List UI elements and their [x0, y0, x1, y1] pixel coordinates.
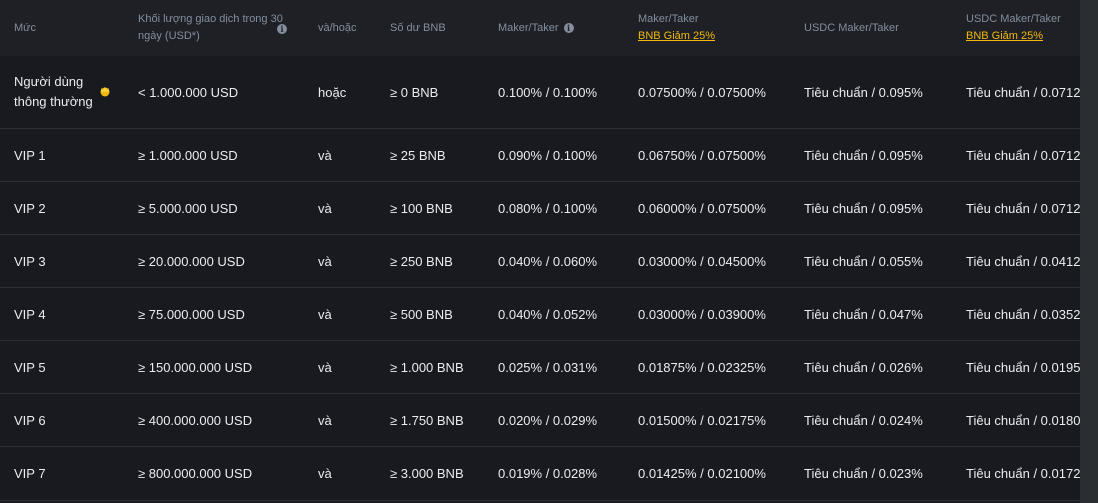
volume-cell: ≥ 20.000.000 USD — [138, 253, 245, 269]
tier-cell: VIP 5 — [14, 359, 46, 375]
volume-cell: ≥ 800.000.000 USD — [138, 466, 253, 481]
bnb-balance-cell: ≥ 3.000 BNB — [390, 466, 464, 481]
bnb-maker-taker-cell: 0.01425% / 0.02100% — [638, 466, 766, 481]
usdc-bnb-maker-taker-cell: Tiêu chuẩn / 0.07125% — [966, 200, 1080, 216]
column-header-bnb-maker-taker: Maker/Taker BNB Giảm 25% — [638, 0, 715, 56]
bnb-maker-taker-cell: 0.06750% / 0.07500% — [638, 147, 766, 163]
table-row: VIP 7 ≥ 800.000.000 USD và ≥ 3.000 BNB 0… — [0, 447, 1080, 501]
table-row: VIP 3 ≥ 20.000.000 USD và ≥ 250 BNB 0.04… — [0, 235, 1080, 288]
usdc-bnb-maker-taker-cell: Tiêu chuẩn / 0.07125% — [966, 84, 1080, 100]
usdc-bnb-maker-taker-cell: Tiêu chuẩn / 0.04125% — [966, 253, 1080, 269]
info-icon[interactable]: i — [277, 24, 287, 34]
usdc-maker-taker-cell: Tiêu chuẩn / 0.055% — [804, 253, 923, 269]
bnb-maker-taker-cell: 0.03000% / 0.04500% — [638, 253, 766, 269]
bnb-balance-cell: ≥ 0 BNB — [390, 84, 439, 100]
andor-cell: và — [318, 466, 332, 481]
tier-cell: VIP 7 — [14, 466, 46, 481]
maker-taker-cell: 0.020% / 0.029% — [498, 412, 598, 428]
bnb-balance-cell: ≥ 1.750 BNB — [390, 412, 464, 428]
bnb-maker-taker-cell: 0.06000% / 0.07500% — [638, 200, 766, 216]
table-row: VIP 1 ≥ 1.000.000 USD và ≥ 25 BNB 0.090%… — [0, 129, 1080, 182]
volume-cell: ≥ 400.000.000 USD — [138, 412, 253, 428]
column-header-andor: và/hoặc — [318, 21, 357, 34]
column-header-bnb-balance: Số dư BNB — [390, 21, 446, 34]
column-header-volume: Khối lượng giao dịch trong 30 ngày (USD*… — [138, 0, 288, 56]
maker-taker-cell: 0.080% / 0.100% — [498, 200, 598, 216]
usdc-maker-taker-cell: Tiêu chuẩn / 0.023% — [804, 466, 923, 481]
usdc-bnb-maker-taker-cell: Tiêu chuẩn / 0.01950% — [966, 359, 1080, 375]
maker-taker-cell: 0.019% / 0.028% — [498, 466, 598, 481]
usdc-maker-taker-cell: Tiêu chuẩn / 0.026% — [804, 359, 923, 375]
bnb-maker-taker-cell: 0.03000% / 0.03900% — [638, 306, 766, 322]
fee-table: Mức Khối lượng giao dịch trong 30 ngày (… — [0, 0, 1080, 503]
maker-taker-cell: 0.025% / 0.031% — [498, 359, 598, 375]
usdc-maker-taker-cell: Tiêu chuẩn / 0.047% — [804, 306, 923, 322]
andor-cell: và — [318, 200, 332, 216]
bnb-balance-cell: ≥ 250 BNB — [390, 253, 453, 269]
andor-cell: và — [318, 359, 332, 375]
table-row: VIP 2 ≥ 5.000.000 USD và ≥ 100 BNB 0.080… — [0, 182, 1080, 235]
tier-cell: VIP 1 — [14, 147, 46, 163]
column-header-usdc-bnb-maker-taker: USDC Maker/Taker BNB Giảm 25% — [966, 0, 1061, 56]
bnb-balance-cell: ≥ 25 BNB — [390, 147, 446, 163]
andor-cell: hoặc — [318, 84, 347, 100]
table-row: VIP 5 ≥ 150.000.000 USD và ≥ 1.000 BNB 0… — [0, 341, 1080, 394]
usdc-maker-taker-cell: Tiêu chuẩn / 0.095% — [804, 200, 923, 216]
column-header-maker-taker: Maker/Taker i — [498, 0, 574, 56]
maker-taker-cell: 0.040% / 0.052% — [498, 306, 598, 322]
usdc-bnb-maker-taker-cell: Tiêu chuẩn / 0.01800% — [966, 412, 1080, 428]
usdc-bnb-maker-taker-cell: Tiêu chuẩn / 0.07125% — [966, 147, 1080, 163]
table-header: Mức Khối lượng giao dịch trong 30 ngày (… — [0, 0, 1080, 56]
andor-cell: và — [318, 306, 332, 322]
usdc-maker-taker-cell: Tiêu chuẩn / 0.024% — [804, 412, 923, 428]
volume-cell: ≥ 1.000.000 USD — [138, 147, 238, 163]
volume-cell: ≥ 150.000.000 USD — [138, 359, 253, 375]
column-header-tier: Mức — [14, 21, 37, 34]
column-header-usdc-bnb-maker-taker-label: USDC Maker/Taker — [966, 13, 1061, 25]
info-icon[interactable]: i — [563, 23, 574, 33]
tier-cell: VIP 6 — [14, 412, 46, 428]
bnb-maker-taker-cell: 0.01500% / 0.02175% — [638, 412, 766, 428]
tier-cell: VIP 2 — [14, 200, 46, 216]
scrollbar-track[interactable] — [1080, 0, 1098, 503]
usdc-bnb-maker-taker-cell: Tiêu chuẩn / 0.01725% — [966, 466, 1080, 481]
table-row: Người dùng thông thường < 1.000.000 USD … — [0, 56, 1080, 129]
volume-cell: < 1.000.000 USD — [138, 84, 239, 100]
table-row: VIP 6 ≥ 400.000.000 USD và ≥ 1.750 BNB 0… — [0, 394, 1080, 447]
bnb-balance-cell: ≥ 500 BNB — [390, 306, 453, 322]
maker-taker-cell: 0.040% / 0.060% — [498, 253, 598, 269]
column-header-usdc-maker-taker: USDC Maker/Taker — [804, 21, 899, 34]
column-header-volume-label: Khối lượng giao dịch trong 30 ngày (USD*… — [138, 13, 283, 42]
andor-cell: và — [318, 147, 332, 163]
bnb-balance-cell: ≥ 1.000 BNB — [390, 359, 464, 375]
bnb-maker-taker-cell: 0.07500% / 0.07500% — [638, 84, 766, 100]
volume-cell: ≥ 75.000.000 USD — [138, 306, 245, 322]
bnb-discount-link[interactable]: BNB Giảm 25% — [638, 28, 715, 45]
tier-cell: Người dùng thông thường — [14, 74, 93, 109]
usdc-maker-taker-cell: Tiêu chuẩn / 0.095% — [804, 84, 923, 100]
andor-cell: và — [318, 253, 332, 269]
bnb-maker-taker-cell: 0.01875% / 0.02325% — [638, 359, 766, 375]
maker-taker-cell: 0.090% / 0.100% — [498, 147, 598, 163]
usdc-bnb-maker-taker-cell: Tiêu chuẩn / 0.03525% — [966, 306, 1080, 322]
column-header-maker-taker-label: Maker/Taker — [498, 21, 559, 34]
tier-cell: VIP 3 — [14, 253, 46, 269]
usdc-maker-taker-cell: Tiêu chuẩn / 0.095% — [804, 147, 923, 163]
volume-cell: ≥ 5.000.000 USD — [138, 200, 238, 216]
bnb-balance-cell: ≥ 100 BNB — [390, 200, 453, 216]
usdc-bnb-discount-link[interactable]: BNB Giảm 25% — [966, 28, 1061, 45]
andor-cell: và — [318, 412, 332, 428]
crown-icon — [99, 56, 111, 128]
maker-taker-cell: 0.100% / 0.100% — [498, 84, 598, 100]
column-header-bnb-maker-taker-label: Maker/Taker — [638, 13, 699, 25]
table-row: VIP 4 ≥ 75.000.000 USD và ≥ 500 BNB 0.04… — [0, 288, 1080, 341]
tier-cell: VIP 4 — [14, 306, 46, 322]
